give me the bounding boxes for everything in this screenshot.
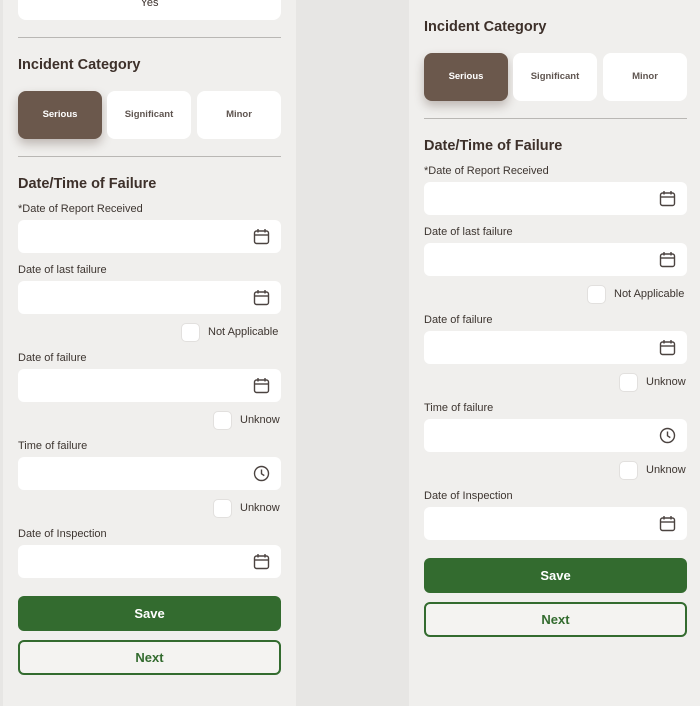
date-failure-unknown-option[interactable]: Unknow bbox=[619, 373, 687, 393]
category-minor-button[interactable]: Minor bbox=[603, 53, 687, 101]
category-significant-button[interactable]: Significant bbox=[513, 53, 597, 101]
date-last-failure-label: Date of last failure bbox=[18, 264, 107, 276]
category-minor-button[interactable]: Minor bbox=[197, 91, 281, 139]
not-applicable-option[interactable]: Not Applicable bbox=[181, 323, 281, 343]
next-button[interactable]: Next bbox=[424, 602, 687, 637]
divider bbox=[424, 118, 687, 119]
not-applicable-checkbox[interactable] bbox=[181, 323, 200, 342]
date-last-failure-field[interactable] bbox=[424, 243, 687, 276]
time-failure-unknown-option[interactable]: Unknow bbox=[619, 461, 687, 481]
date-last-failure-label: Date of last failure bbox=[424, 226, 513, 238]
date-report-received-field[interactable] bbox=[424, 182, 687, 215]
date-inspection-field[interactable] bbox=[424, 507, 687, 540]
time-failure-unknown-option[interactable]: Unknow bbox=[213, 499, 281, 519]
calendar-icon[interactable] bbox=[253, 553, 270, 570]
previous-option-card[interactable]: Yes bbox=[18, 0, 281, 20]
date-inspection-label: Date of Inspection bbox=[18, 528, 107, 540]
unknown-label: Unknow bbox=[646, 464, 686, 476]
date-failure-field[interactable] bbox=[424, 331, 687, 364]
calendar-icon[interactable] bbox=[253, 228, 270, 245]
clock-icon[interactable] bbox=[253, 465, 270, 482]
time-failure-field[interactable] bbox=[424, 419, 687, 452]
incident-category-title: Incident Category bbox=[424, 19, 547, 35]
unknown-checkbox[interactable] bbox=[213, 499, 232, 518]
date-inspection-field[interactable] bbox=[18, 545, 281, 578]
calendar-icon[interactable] bbox=[659, 515, 676, 532]
unknown-label: Unknow bbox=[646, 376, 686, 388]
divider bbox=[18, 37, 281, 38]
unknown-checkbox[interactable] bbox=[213, 411, 232, 430]
save-button[interactable]: Save bbox=[18, 596, 281, 631]
unknown-checkbox[interactable] bbox=[619, 373, 638, 392]
date-report-received-label: *Date of Report Received bbox=[424, 165, 549, 177]
date-report-received-label: *Date of Report Received bbox=[18, 203, 143, 215]
failure-section-title: Date/Time of Failure bbox=[424, 138, 563, 154]
calendar-icon[interactable] bbox=[659, 339, 676, 356]
incident-category-title: Incident Category bbox=[18, 57, 141, 73]
date-failure-unknown-option[interactable]: Unknow bbox=[213, 411, 281, 431]
date-failure-field[interactable] bbox=[18, 369, 281, 402]
failure-section-title: Date/Time of Failure bbox=[18, 176, 157, 192]
calendar-icon[interactable] bbox=[659, 190, 676, 207]
form-panel-right: Incident Category Serious Significant Mi… bbox=[409, 0, 700, 706]
date-last-failure-field[interactable] bbox=[18, 281, 281, 314]
unknown-label: Unknow bbox=[240, 502, 280, 514]
date-report-received-field[interactable] bbox=[18, 220, 281, 253]
category-significant-button[interactable]: Significant bbox=[107, 91, 191, 139]
calendar-icon[interactable] bbox=[253, 377, 270, 394]
date-failure-label: Date of failure bbox=[424, 314, 493, 326]
form-panel-left: Yes Incident Category Serious Significan… bbox=[3, 0, 296, 706]
calendar-icon[interactable] bbox=[253, 289, 270, 306]
date-failure-label: Date of failure bbox=[18, 352, 87, 364]
divider bbox=[18, 156, 281, 157]
not-applicable-label: Not Applicable bbox=[208, 326, 279, 338]
unknown-checkbox[interactable] bbox=[619, 461, 638, 480]
save-button[interactable]: Save bbox=[424, 558, 687, 593]
not-applicable-label: Not Applicable bbox=[614, 288, 685, 300]
next-button[interactable]: Next bbox=[18, 640, 281, 675]
not-applicable-checkbox[interactable] bbox=[587, 285, 606, 304]
previous-option-label: Yes bbox=[140, 0, 159, 9]
clock-icon[interactable] bbox=[659, 427, 676, 444]
category-serious-button[interactable]: Serious bbox=[424, 53, 508, 101]
time-failure-label: Time of failure bbox=[18, 440, 88, 452]
unknown-label: Unknow bbox=[240, 414, 280, 426]
time-failure-label: Time of failure bbox=[424, 402, 494, 414]
not-applicable-option[interactable]: Not Applicable bbox=[587, 285, 687, 305]
calendar-icon[interactable] bbox=[659, 251, 676, 268]
date-inspection-label: Date of Inspection bbox=[424, 490, 513, 502]
category-serious-button[interactable]: Serious bbox=[18, 91, 102, 139]
time-failure-field[interactable] bbox=[18, 457, 281, 490]
